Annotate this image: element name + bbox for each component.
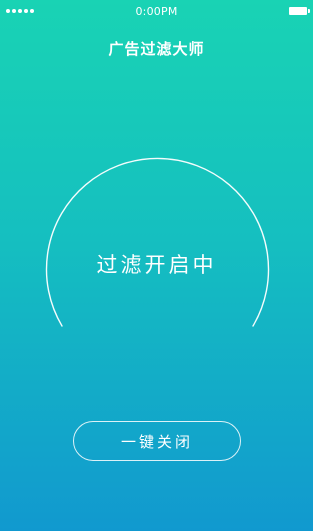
close-button-label: 一键关闭 [120,432,193,451]
status-ring-arc [45,157,270,327]
app-screen: 0:00PM 广告过滤大师 过滤开启中 一键关闭 [0,0,313,531]
one-key-close-button[interactable]: 一键关闭 [73,421,241,461]
filter-status-text: 过滤开启中 [96,253,217,277]
